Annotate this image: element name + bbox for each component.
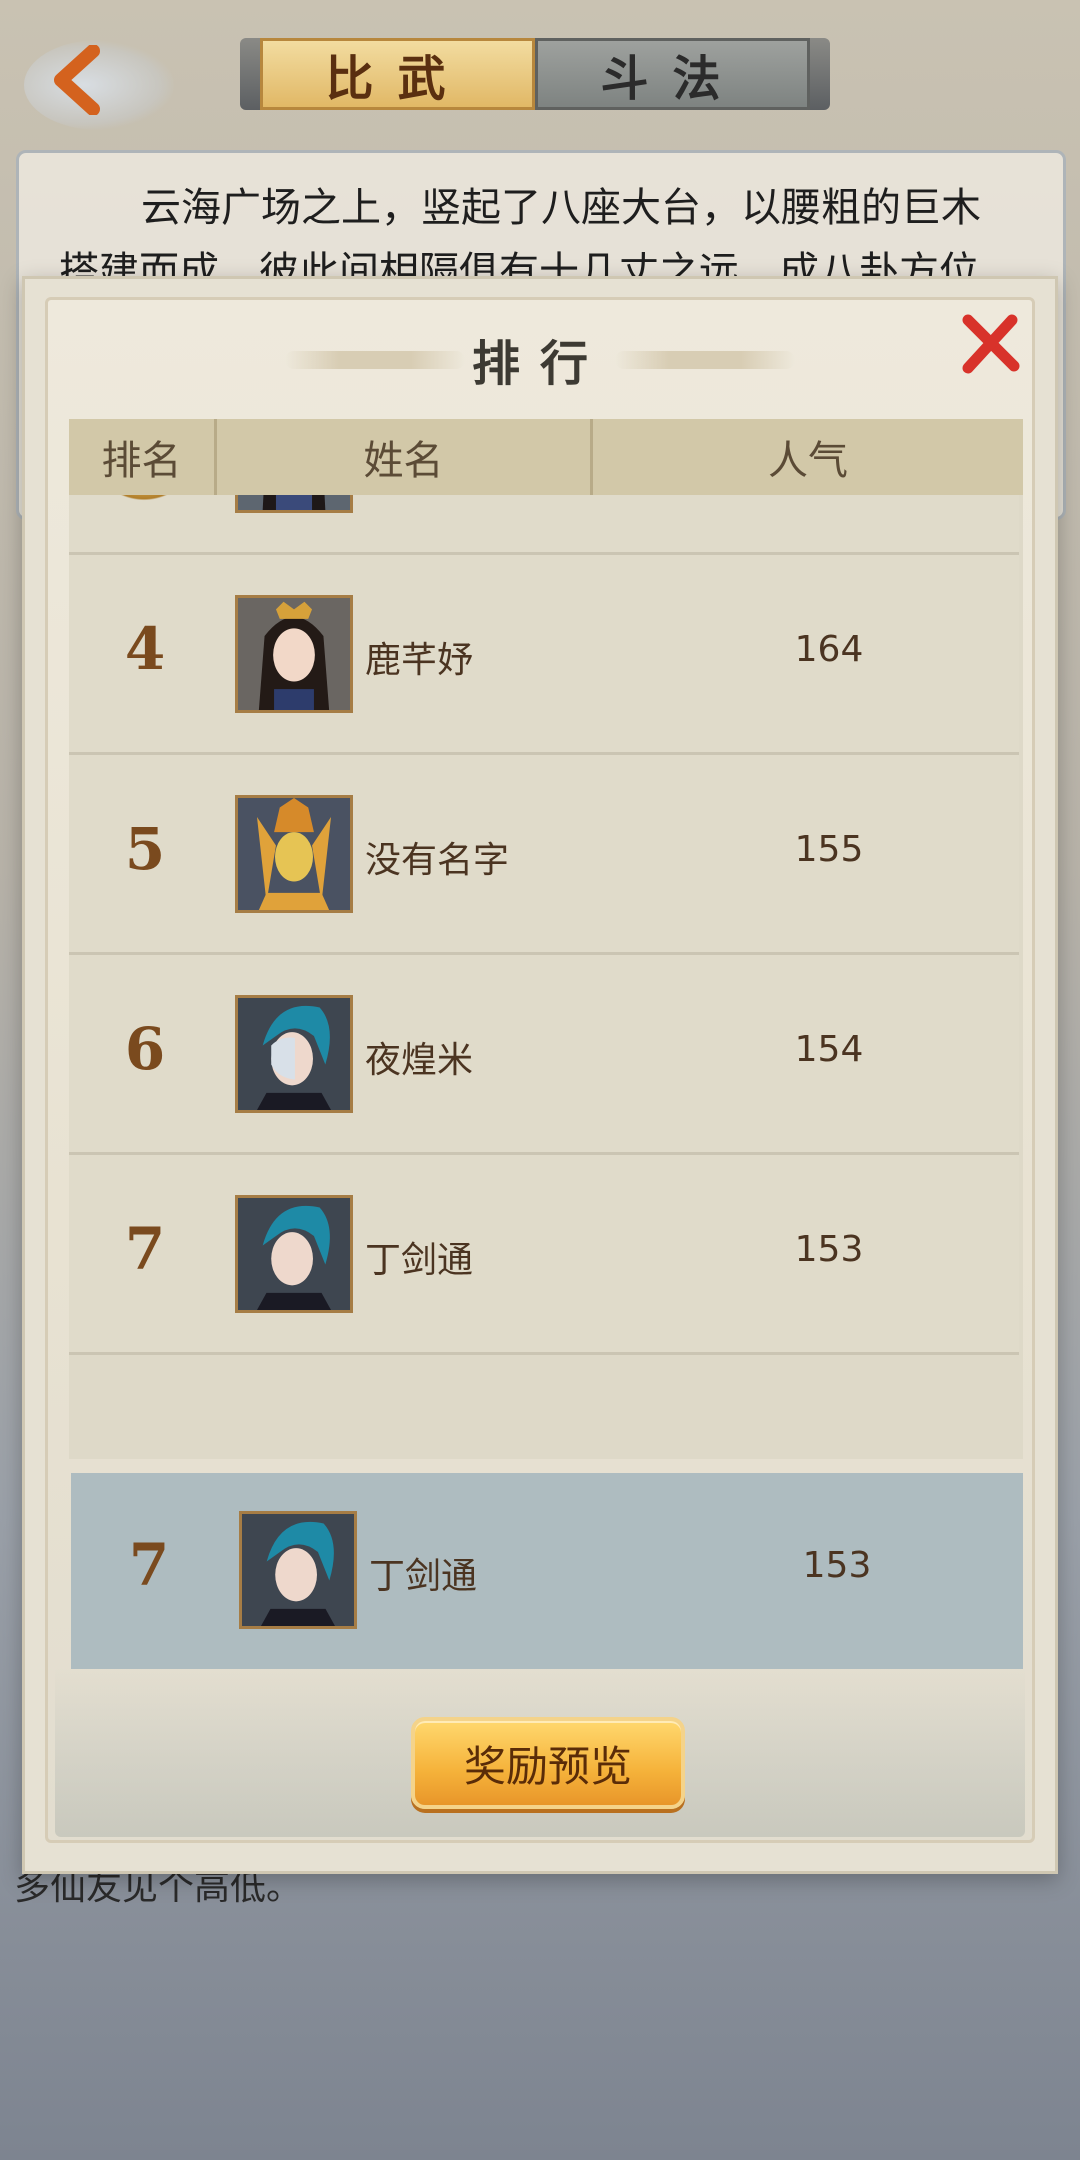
- player-popularity: 164: [794, 629, 864, 670]
- table-row[interactable]: 3 老哈 169: [69, 495, 1019, 555]
- tab-label: 斗法: [600, 51, 745, 107]
- table-row[interactable]: 7 丁剑通 153: [69, 1155, 1019, 1355]
- modal-header: 排行: [25, 319, 1055, 399]
- rank-number: 4: [124, 615, 166, 683]
- player-name: 夜煌米: [365, 1040, 474, 1081]
- back-button[interactable]: [24, 30, 174, 130]
- avatar: [235, 495, 353, 513]
- player-popularity: 154: [794, 1029, 864, 1070]
- column-header-popularity: 人气: [768, 438, 848, 484]
- avatar: [235, 595, 353, 713]
- top-tab-bar: 比武 斗法: [240, 30, 830, 118]
- table-row[interactable]: 5 没有名字 155: [69, 755, 1019, 955]
- avatar: [235, 795, 353, 913]
- table-header: 排名 姓名 人气: [69, 419, 1023, 495]
- table-row[interactable]: 6 夜煌米 154: [69, 955, 1019, 1155]
- female-fox-ears-avatar-icon: [238, 495, 350, 510]
- player-popularity: 155: [794, 829, 864, 870]
- player-name: 没有名字: [365, 840, 510, 881]
- close-icon: [962, 314, 1020, 374]
- player-name: 丁剑通: [369, 1556, 478, 1597]
- blue-hair-avatar-icon: [238, 1198, 350, 1310]
- rank-number: 7: [128, 1531, 170, 1599]
- avatar: [235, 1195, 353, 1313]
- column-header-rank: 排名: [69, 419, 217, 495]
- player-popularity: 153: [794, 1229, 864, 1270]
- rank-number: 5: [124, 815, 166, 883]
- story-text-line: 云海广场之上，竖起了八座大台，以腰粗的巨木: [141, 185, 981, 231]
- golden-mask-avatar-icon: [238, 798, 350, 910]
- masked-blue-hair-avatar-icon: [238, 998, 350, 1110]
- ranking-list[interactable]: 3 老哈 169 4: [69, 495, 1023, 1459]
- avatar: [235, 995, 353, 1113]
- title-cloud-decoration: [285, 351, 465, 369]
- modal-title: 排行: [471, 336, 608, 392]
- player-name: 丁剑通: [365, 1240, 474, 1281]
- ranking-modal: 排行 排名 姓名 人气 3: [22, 276, 1058, 1874]
- title-cloud-decoration: [615, 351, 795, 369]
- bronze-medal-icon: 3: [89, 495, 199, 510]
- blue-hair-avatar-icon: [242, 1514, 354, 1626]
- close-button[interactable]: [955, 309, 1025, 379]
- avatar: [239, 1511, 357, 1629]
- player-name: 鹿芊妤: [365, 640, 474, 681]
- female-crown-avatar-icon: [238, 598, 350, 710]
- player-popularity: 153: [802, 1545, 872, 1586]
- back-arrow-icon: [54, 45, 100, 115]
- reward-preview-button[interactable]: 奖励预览: [411, 1717, 685, 1809]
- column-header-name: 姓名: [217, 419, 593, 495]
- reward-preview-label: 奖励预览: [463, 1741, 632, 1791]
- tab-label: 比武: [325, 51, 470, 107]
- rank-number: 6: [124, 1015, 166, 1083]
- tab-doufa[interactable]: 斗法: [535, 38, 810, 110]
- table-row[interactable]: 4 鹿芊妤 164: [69, 555, 1019, 755]
- tab-biwu[interactable]: 比武: [260, 38, 535, 110]
- rank-number: 7: [124, 1215, 166, 1283]
- my-ranking-row: 7 丁剑通 153: [71, 1473, 1023, 1669]
